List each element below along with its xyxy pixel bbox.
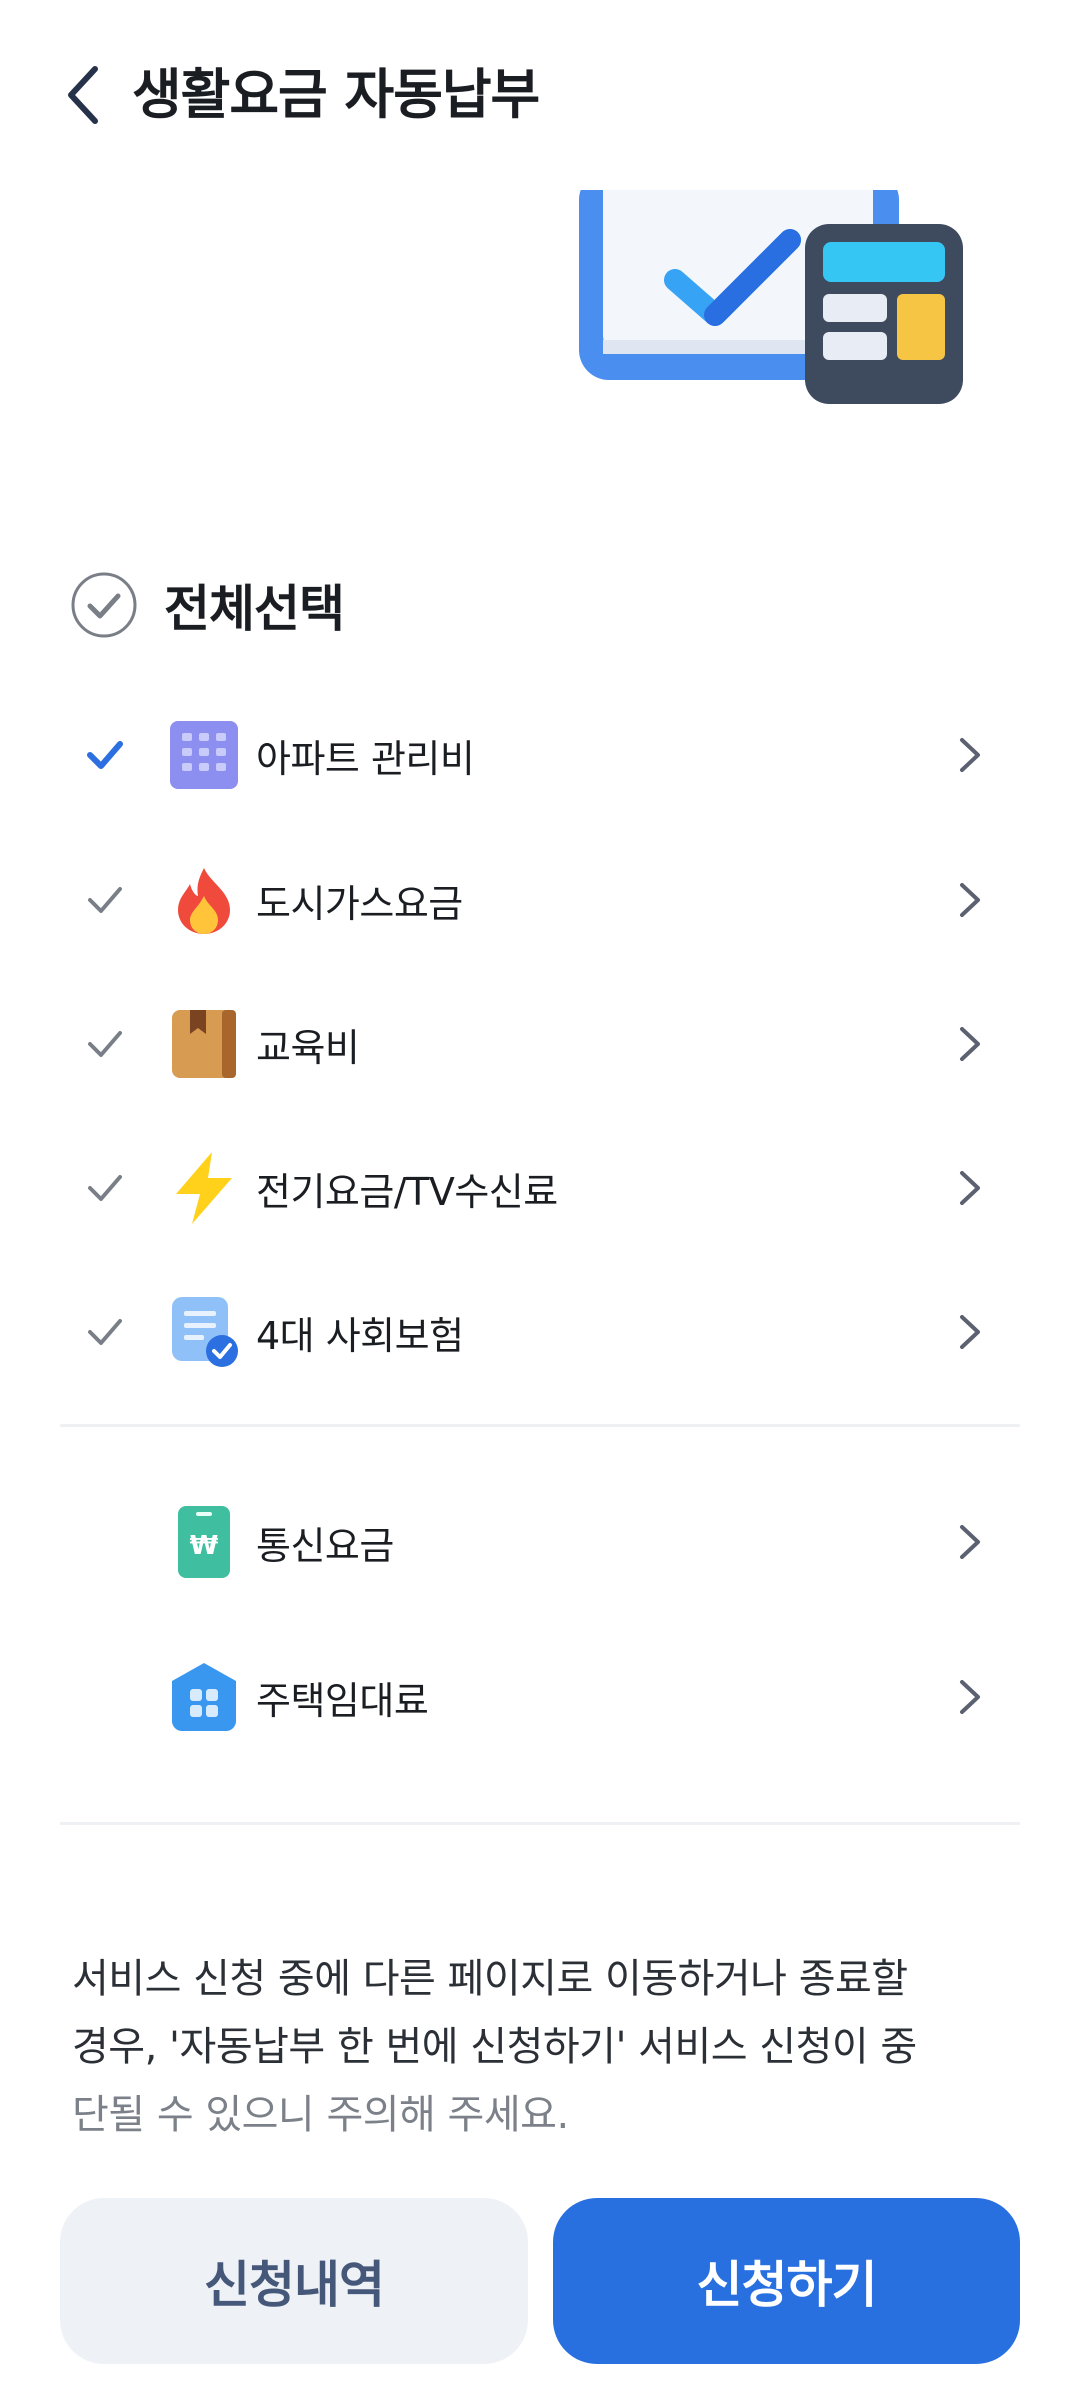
divider: [60, 1424, 1020, 1427]
check-icon[interactable]: [60, 1272, 150, 1392]
header: 생활요금 자동납부: [0, 0, 1080, 190]
checklist-calculator-icon: [579, 170, 963, 404]
chevron-right-icon: [940, 1158, 1000, 1218]
select-all-toggle[interactable]: 전체선택: [70, 565, 345, 645]
chevron-right-icon: [940, 725, 1000, 785]
house-icon: [170, 1663, 238, 1731]
bill-label: 전기요금/TV수신료: [256, 1169, 558, 1214]
bill-item-electricity[interactable]: 전기요금/TV수신료: [60, 1128, 1020, 1248]
bill-label: 통신요금: [256, 1523, 394, 1568]
application-history-button[interactable]: 신청내역: [60, 2198, 528, 2364]
check-icon[interactable]: [60, 1128, 150, 1248]
svg-text:₩: ₩: [190, 1531, 219, 1561]
bill-label: 주택임대료: [256, 1678, 429, 1723]
apply-button[interactable]: 신청하기: [553, 2198, 1020, 2364]
bill-label: 4대 사회보험: [256, 1313, 464, 1358]
bill-item-education[interactable]: 교육비: [60, 984, 1020, 1104]
bill-item-house-rent[interactable]: 주택임대료: [60, 1637, 1020, 1757]
check-icon[interactable]: [60, 695, 150, 815]
chevron-right-icon: [940, 870, 1000, 930]
fire-icon: [170, 866, 238, 934]
bill-item-apartment[interactable]: 아파트 관리비: [60, 695, 1020, 815]
bill-label: 아파트 관리비: [256, 736, 475, 781]
chevron-right-icon: [940, 1302, 1000, 1362]
check-icon[interactable]: [60, 984, 150, 1104]
apartment-icon: [170, 721, 238, 789]
chevron-right-icon: [940, 1014, 1000, 1074]
bill-item-city-gas[interactable]: 도시가스요금: [60, 840, 1020, 960]
phone-won-icon: ₩: [170, 1506, 238, 1578]
divider: [60, 1822, 1020, 1825]
circle-check-icon: [71, 572, 137, 638]
select-all-label: 전체선택: [164, 580, 345, 638]
chevron-right-icon: [940, 1512, 1000, 1572]
lightning-icon: [170, 1152, 238, 1224]
bill-item-social-insurance[interactable]: 4대 사회보험: [60, 1272, 1020, 1392]
insurance-doc-icon: [170, 1297, 238, 1367]
hero-illustration: [575, 170, 975, 410]
chevron-left-icon: [68, 66, 98, 124]
bill-label: 도시가스요금: [256, 881, 463, 926]
notice-line: 서비스 신청 중에 다른 페이지로 이동하거나 종료할: [72, 1956, 908, 2002]
bill-item-telecom[interactable]: ₩ 통신요금: [60, 1482, 1020, 1602]
notice-line: 단될 수 있으니 주의해 주세요.: [72, 2092, 569, 2138]
page-title: 생활요금 자동납부: [132, 63, 540, 126]
book-icon: [170, 1010, 238, 1078]
chevron-right-icon: [940, 1667, 1000, 1727]
bill-label: 교육비: [256, 1025, 360, 1070]
back-button[interactable]: [58, 60, 108, 130]
check-icon[interactable]: [60, 840, 150, 960]
notice-line: 경우, '자동납부 한 번에 신청하기' 서비스 신청이 중: [72, 2024, 917, 2070]
notice-text: 서비스 신청 중에 다른 페이지로 이동하거나 종료할 경우, '자동납부 한 …: [72, 1945, 1012, 2149]
